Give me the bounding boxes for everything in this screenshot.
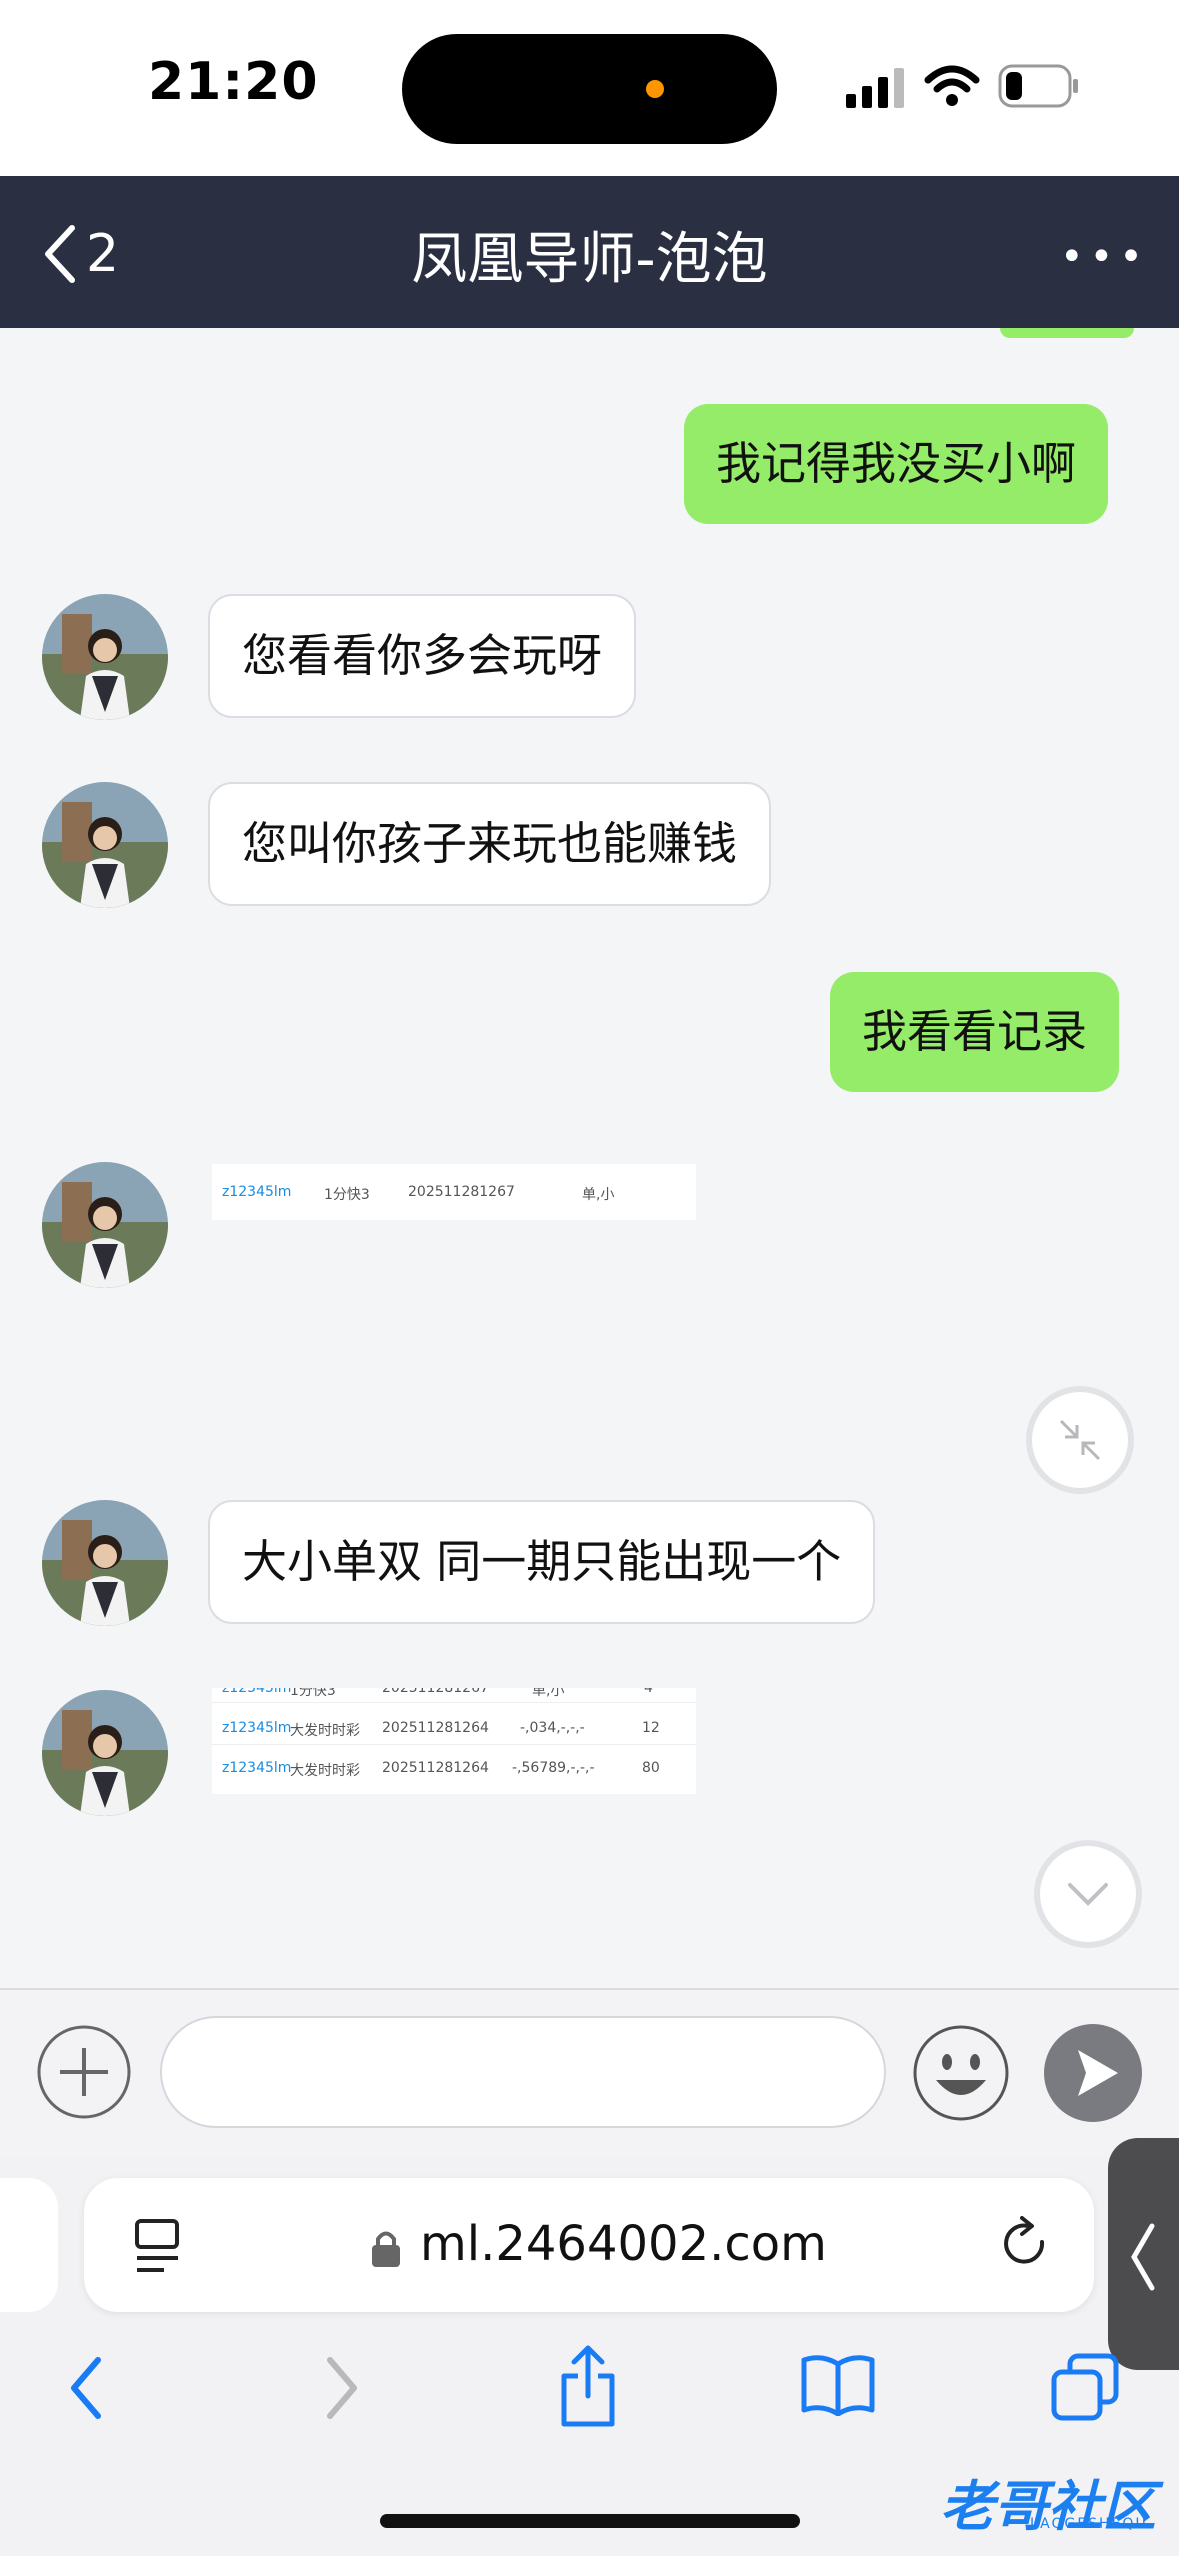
avatar[interactable]	[42, 1500, 168, 1626]
tabs-icon[interactable]	[1050, 2352, 1120, 2422]
reload-icon[interactable]	[998, 2216, 1054, 2276]
privacy-indicator-dot	[646, 80, 664, 98]
plus-circle-icon	[37, 2025, 131, 2119]
record-bet: 单,小	[532, 1688, 565, 1699]
chevron-left-icon	[1131, 2223, 1155, 2291]
record-amount: 4	[644, 1688, 653, 1696]
record-game: 大发时时彩	[290, 1763, 360, 1779]
reader-mode-icon[interactable]	[134, 2218, 184, 2274]
safari-back-icon[interactable]	[66, 2356, 106, 2420]
message-bubble-in[interactable]: 大小单双 同一期只能出现一个	[208, 1500, 876, 1624]
message-list[interactable]: 我记得我没买小啊 您看看你多会玩呀 您叫你孩子来玩也能赚钱 我看看记录 z123…	[0, 328, 1179, 1988]
add-button[interactable]	[36, 2024, 132, 2120]
record-amount: 80	[642, 1760, 660, 1776]
record-bet: 单,小	[582, 1187, 615, 1203]
dynamic-island	[402, 34, 777, 144]
share-icon[interactable]	[556, 2344, 620, 2428]
smiley-icon	[913, 2025, 1009, 2121]
lock-icon	[372, 2231, 400, 2267]
scroll-to-bottom-button[interactable]	[1034, 1840, 1142, 1948]
record-user: z12345lm	[222, 1688, 292, 1696]
record-game: 1分快3	[324, 1187, 370, 1203]
collapse-button[interactable]	[1026, 1386, 1134, 1494]
record-issue: 202511281267	[408, 1184, 515, 1200]
avatar[interactable]	[42, 1162, 168, 1288]
more-options-button[interactable]: •••	[1060, 234, 1149, 280]
message-bubble-in[interactable]: 您看看你多会玩呀	[208, 594, 637, 718]
record-bet: -,56789,-,-,-	[512, 1760, 595, 1776]
record-bet: -,034,-,-,-	[520, 1720, 585, 1736]
record-user: z12345lm	[222, 1720, 292, 1736]
record-game: 大发时时彩	[290, 1723, 360, 1739]
avatar[interactable]	[42, 782, 168, 908]
image-message-record[interactable]: z12345lm 1分快3 202511281267 单,小	[212, 1164, 696, 1220]
emoji-button[interactable]	[912, 2024, 1010, 2122]
record-issue: 202511281267	[382, 1688, 489, 1696]
message-input[interactable]	[160, 2016, 886, 2128]
chevron-down-icon	[1068, 1883, 1108, 1906]
bookmarks-icon[interactable]	[800, 2352, 876, 2416]
signal-icon	[846, 68, 904, 108]
record-amount: 12	[642, 1720, 660, 1736]
battery-icon	[998, 64, 1078, 108]
side-panel-handle[interactable]	[1108, 2138, 1179, 2370]
watermark-subtitle: LAOGESHEQU	[1030, 2516, 1148, 2532]
status-time: 21:20	[148, 52, 319, 112]
previous-tab-edge[interactable]	[0, 2178, 58, 2312]
previous-bubble-edge	[1000, 328, 1134, 338]
send-icon	[1078, 2050, 1118, 2096]
url-text[interactable]: ml.2464002.com	[420, 2216, 827, 2272]
record-issue: 202511281264	[382, 1720, 489, 1736]
chat-title: 凤凰导师-泡泡	[411, 227, 768, 292]
avatar[interactable]	[42, 594, 168, 720]
image-message-records[interactable]: z12345lm 1分快3 202511281267 单,小 4 z12345l…	[212, 1688, 696, 1794]
message-bubble-out[interactable]: 我记得我没买小啊	[684, 404, 1109, 524]
collapse-icon	[1059, 1419, 1101, 1461]
safari-forward-icon[interactable]	[322, 2356, 362, 2420]
wifi-icon	[924, 65, 980, 106]
record-user: z12345lm	[222, 1184, 292, 1200]
avatar[interactable]	[42, 1690, 168, 1816]
record-user: z12345lm	[222, 1760, 292, 1776]
message-bubble-out[interactable]: 我看看记录	[830, 972, 1120, 1092]
message-bubble-in[interactable]: 您叫你孩子来玩也能赚钱	[208, 782, 772, 906]
record-game: 1分快3	[290, 1688, 336, 1699]
record-issue: 202511281264	[382, 1760, 489, 1776]
home-indicator	[380, 2514, 800, 2528]
send-button[interactable]	[1044, 2024, 1142, 2122]
